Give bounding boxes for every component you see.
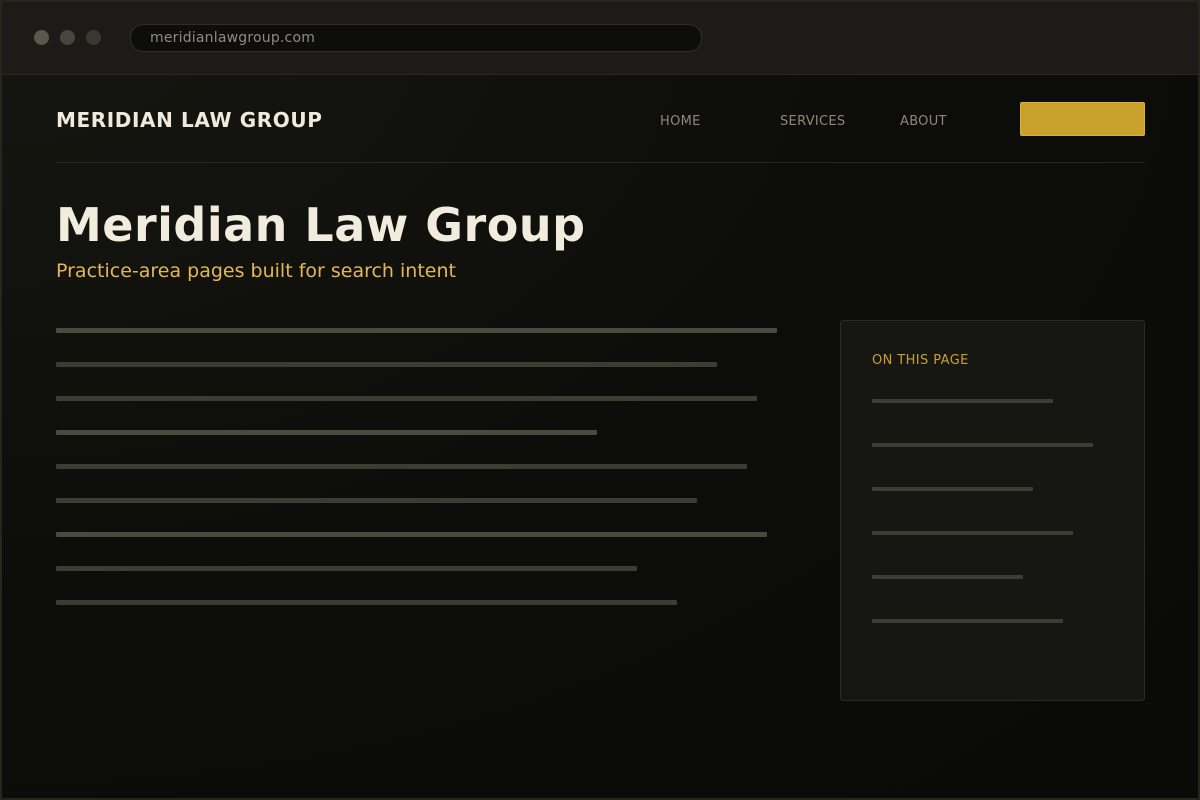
nav-link-services[interactable]: SERVICES (780, 114, 845, 129)
content-line-placeholder (56, 396, 757, 401)
content-line-placeholder (56, 566, 637, 571)
content-line-placeholder (56, 328, 777, 333)
nav-link-home[interactable]: HOME (660, 114, 701, 129)
site-brand[interactable]: MERIDIAN LAW GROUP (56, 108, 323, 132)
address-bar[interactable]: meridianlawgroup.com (130, 24, 702, 52)
window-minimize-dot[interactable] (60, 30, 75, 45)
content-line-placeholder (56, 498, 697, 503)
toc-item-placeholder[interactable] (872, 487, 1033, 491)
page-title: Meridian Law Group (56, 198, 586, 252)
browser-window: meridianlawgroup.com MERIDIAN LAW GROUP … (0, 0, 1200, 800)
content-line-placeholder (56, 532, 767, 537)
toc-item-placeholder[interactable] (872, 619, 1063, 623)
content-line-placeholder (56, 362, 717, 367)
toc-item-placeholder[interactable] (872, 399, 1053, 403)
toc-item-placeholder[interactable] (872, 531, 1073, 535)
nav-link-about[interactable]: ABOUT (900, 114, 947, 129)
content-line-placeholder (56, 600, 677, 605)
window-close-dot[interactable] (34, 30, 49, 45)
window-maximize-dot[interactable] (86, 30, 101, 45)
browser-chrome: meridianlawgroup.com (2, 2, 1198, 75)
content-line-placeholder (56, 430, 597, 435)
address-bar-url: meridianlawgroup.com (150, 30, 316, 46)
toc-item-placeholder[interactable] (872, 443, 1093, 447)
toc-item-placeholder[interactable] (872, 575, 1023, 579)
toc-heading: ON THIS PAGE (872, 353, 969, 368)
site-header: MERIDIAN LAW GROUP HOME SERVICES ABOUT (56, 74, 1145, 163)
contact-cta-button[interactable] (1020, 102, 1145, 136)
content-line-placeholder (56, 464, 747, 469)
page-subtitle: Practice-area pages built for search int… (56, 260, 456, 282)
on-this-page-panel: ON THIS PAGE (840, 320, 1145, 701)
